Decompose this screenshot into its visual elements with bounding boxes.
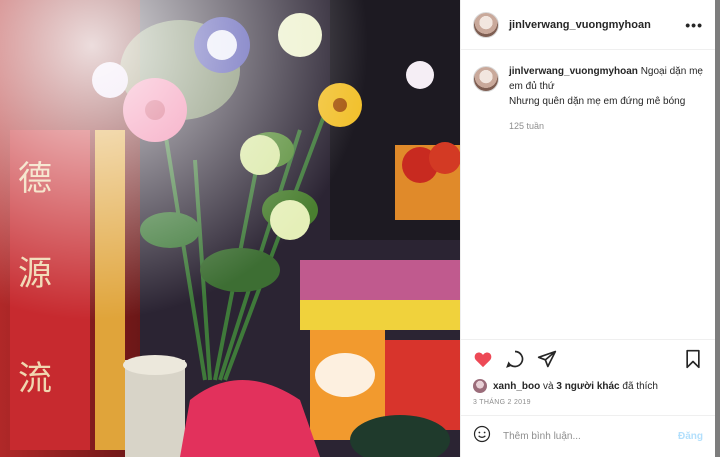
flowers-image: 德 源 流 [0,0,460,457]
post-comment-button[interactable]: Đăng [678,431,703,442]
likes-text: xanh_boo và 3 người khác đã thích [493,381,658,392]
emoji-icon[interactable] [473,425,491,448]
caption-time[interactable]: 125 tuần [509,119,703,134]
likes-suffix: đã thích [619,380,658,392]
liker-avatar[interactable] [473,379,487,393]
heart-filled-icon[interactable] [473,349,493,369]
caption-avatar[interactable] [473,66,499,92]
caption-username[interactable]: jinlverwang_vuongmyhoan [509,66,638,77]
caption-line2: Nhưng quên dặn mẹ em đứng mê bóng [509,96,686,107]
caption-text: jinlverwang_vuongmyhoan Ngoại dặn mẹ em … [509,64,703,134]
author-username[interactable]: jinlverwang_vuongmyhoan [509,19,685,31]
comment-icon[interactable] [505,349,525,369]
likes-summary: xanh_boo và 3 người khác đã thích [461,377,715,395]
likes-others-link[interactable]: 3 người khác [556,381,619,392]
add-comment-bar: Thêm bình luận... Đăng [461,415,715,457]
post-photo[interactable]: 德 源 流 [0,0,460,457]
bookmark-icon[interactable] [683,349,703,369]
likes-connector: và [540,380,557,392]
author-avatar[interactable] [473,11,499,38]
post-date[interactable]: 3 THÁNG 2 2019 [461,395,715,415]
post-side-panel: jinlverwang_vuongmyhoan ••• jinlverwang_… [460,0,715,457]
share-icon[interactable] [537,349,557,369]
more-horizontal-icon[interactable]: ••• [685,17,703,33]
post-header: jinlverwang_vuongmyhoan ••• [461,0,715,50]
action-bar [461,339,715,377]
comment-input[interactable]: Thêm bình luận... [503,431,678,442]
caption-comment: jinlverwang_vuongmyhoan Ngoại dặn mẹ em … [473,64,703,134]
liker-username[interactable]: xanh_boo [493,381,540,392]
post-modal: 德 源 流 [0,0,715,457]
comments-list: jinlverwang_vuongmyhoan Ngoại dặn mẹ em … [461,50,715,339]
